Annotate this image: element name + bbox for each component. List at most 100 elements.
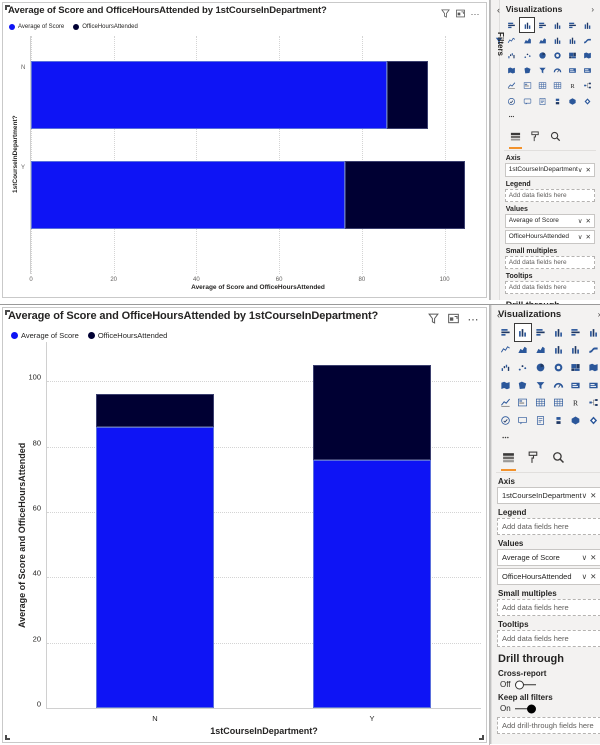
smart-narrative-icon[interactable] [514, 411, 532, 429]
focus-mode-icon[interactable] [447, 312, 459, 328]
funnel-chart-icon[interactable] [535, 63, 550, 78]
format-tab[interactable] [527, 451, 540, 471]
chevron-down-icon[interactable]: ∨ [578, 233, 583, 241]
smart-narrative-icon[interactable] [519, 94, 535, 109]
bar-segment-average-of-score[interactable] [31, 161, 346, 229]
stacked-bar-chart-icon[interactable] [504, 18, 519, 33]
stacked-area-chart-icon[interactable] [535, 33, 550, 48]
fields-tab[interactable] [501, 451, 516, 472]
line-chart-icon[interactable] [497, 341, 514, 359]
decomposition-tree-icon[interactable] [584, 394, 600, 411]
cross-report-toggle[interactable] [514, 680, 536, 690]
table-icon[interactable] [535, 78, 550, 94]
report-canvas-top[interactable]: Average of Score and OfficeHoursAttended… [0, 0, 490, 300]
card-icon[interactable] [565, 63, 580, 78]
field-chip[interactable]: 1stCourseInDepartment ∨ ✕ [497, 487, 600, 505]
funnel-chart-icon[interactable] [532, 376, 549, 394]
100-stacked-bar-chart-icon[interactable] [565, 18, 580, 33]
waterfall-chart-icon[interactable] [504, 48, 519, 63]
paginated-report-icon[interactable] [532, 411, 549, 429]
line-stacked-column-chart-icon[interactable] [550, 33, 565, 48]
stacked-bar-chart-visual[interactable]: Average of Score and OfficeHoursAttended… [2, 2, 487, 298]
bar-segment-average-of-score[interactable] [313, 459, 431, 708]
map-icon[interactable] [584, 359, 600, 376]
key-influencers-icon[interactable] [504, 94, 519, 109]
bar-segment-officehoursattended[interactable] [96, 394, 214, 427]
bar-segment-average-of-score[interactable] [96, 427, 214, 708]
legend-item-0[interactable]: Average of Score [9, 24, 64, 30]
clustered-column-chart-icon[interactable] [549, 324, 567, 341]
pie-chart-icon[interactable] [532, 359, 549, 376]
matrix-icon[interactable] [550, 78, 565, 94]
100-stacked-bar-chart-icon[interactable] [567, 324, 584, 341]
chevron-down-icon[interactable]: ∨ [578, 166, 583, 174]
filter-funnel-icon[interactable] [440, 6, 450, 22]
multi-row-card-icon[interactable] [580, 63, 596, 78]
bar-segment-average-of-score[interactable] [31, 61, 387, 129]
key-influencers-icon[interactable] [497, 411, 514, 429]
stacked-column-chart-visual[interactable]: Average of Score and OfficeHoursAttended… [2, 307, 487, 743]
line-chart-icon[interactable] [504, 33, 519, 48]
power-automate-icon[interactable] [580, 94, 596, 109]
power-apps-icon[interactable] [565, 94, 580, 109]
format-tab[interactable] [530, 129, 541, 149]
visualization-type-gallery[interactable]: R [496, 323, 600, 448]
stacked-column-chart-icon[interactable] [513, 323, 533, 342]
more-options-icon[interactable]: ⋯ [471, 9, 481, 19]
filled-map-icon[interactable] [504, 63, 519, 78]
filter-funnel-icon[interactable] [427, 312, 439, 328]
field-chip[interactable]: OfficeHoursAttended ∨ ✕ [504, 229, 595, 244]
close-icon[interactable]: ✕ [590, 491, 596, 500]
line-clustered-column-chart-icon[interactable] [567, 341, 584, 359]
paginated-report-icon[interactable] [535, 94, 550, 109]
drill-through-drop-zone[interactable]: Add drill-through fields here [497, 717, 600, 735]
table-icon[interactable] [532, 394, 549, 411]
close-icon[interactable]: ✕ [586, 233, 591, 241]
gauge-chart-icon[interactable] [550, 63, 565, 78]
power-apps-icon[interactable] [567, 411, 584, 429]
analytics-tab[interactable] [552, 451, 565, 471]
chevron-down-icon[interactable]: ∨ [582, 491, 588, 500]
waterfall-chart-icon[interactable] [497, 359, 514, 376]
legend-item-0[interactable]: Average of Score [11, 331, 79, 340]
chevron-down-icon[interactable]: ∨ [582, 553, 588, 562]
well-drop-zone-tooltips[interactable]: Add data fields here [504, 280, 595, 294]
focus-mode-icon[interactable] [455, 6, 465, 22]
close-icon[interactable]: ✕ [586, 166, 591, 174]
close-icon[interactable]: ✕ [586, 217, 591, 225]
bar-Y[interactable] [313, 364, 431, 708]
legend-item-1[interactable]: OfficeHoursAttended [87, 331, 167, 340]
field-chip[interactable]: Average of Score ∨ ✕ [497, 549, 600, 567]
bar-Y[interactable] [31, 161, 466, 229]
chevron-down-icon[interactable]: ∨ [578, 217, 583, 225]
more-visuals-icon[interactable] [497, 429, 514, 447]
scatter-chart-icon[interactable] [519, 48, 535, 63]
ribbon-chart-icon[interactable] [584, 341, 600, 359]
analytics-tab[interactable] [550, 129, 561, 149]
r-script-visual-icon[interactable]: R [567, 394, 584, 411]
shape-map-icon[interactable] [514, 376, 532, 394]
clustered-bar-chart-icon[interactable] [535, 18, 550, 33]
well-drop-zone-small-multiples[interactable]: Add data fields here [497, 599, 600, 617]
donut-chart-icon[interactable] [550, 48, 565, 63]
multi-row-card-icon[interactable] [584, 376, 600, 394]
bar-segment-officehoursattended[interactable] [386, 61, 428, 129]
power-automate-icon[interactable] [584, 411, 600, 429]
stacked-area-chart-icon[interactable] [532, 341, 549, 359]
kpi-icon[interactable] [504, 78, 519, 94]
matrix-icon[interactable] [549, 394, 567, 411]
chevron-right-icon[interactable]: › [591, 5, 594, 14]
clustered-bar-chart-icon[interactable] [532, 324, 549, 341]
map-icon[interactable] [580, 48, 596, 63]
well-drop-zone-small-multiples[interactable]: Add data fields here [504, 255, 595, 269]
slicer-icon[interactable] [514, 394, 532, 411]
well-drop-zone-legend[interactable]: Add data fields here [497, 518, 600, 536]
more-visuals-icon[interactable] [504, 109, 519, 124]
area-chart-icon[interactable] [519, 33, 535, 48]
visualization-type-gallery[interactable]: R [503, 16, 596, 125]
scatter-chart-icon[interactable] [514, 359, 532, 376]
bar-N[interactable] [31, 61, 428, 129]
line-stacked-column-chart-icon[interactable] [549, 341, 567, 359]
area-chart-icon[interactable] [514, 341, 532, 359]
stacked-bar-chart-icon[interactable] [497, 324, 514, 341]
